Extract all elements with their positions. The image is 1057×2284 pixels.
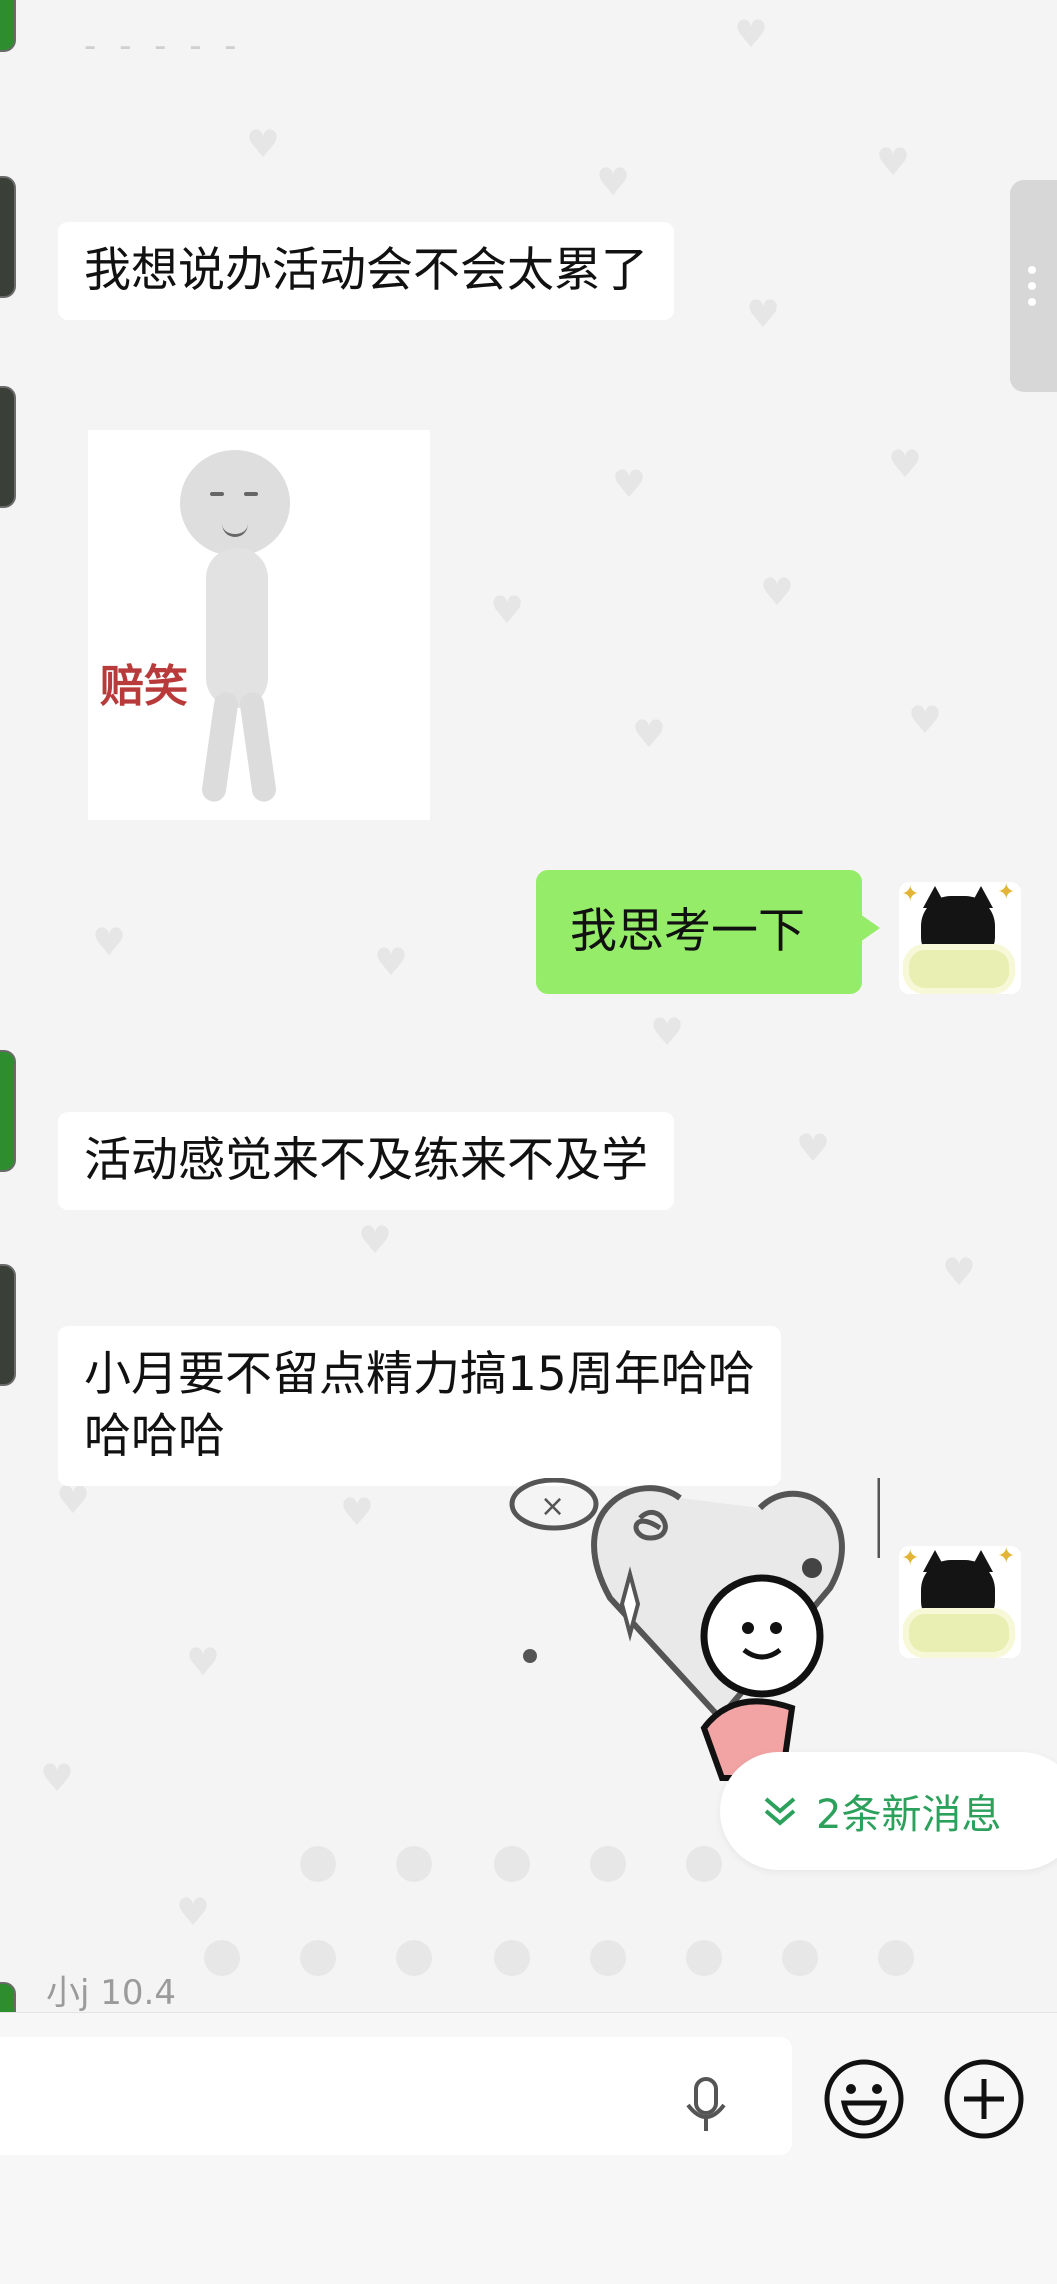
bg-dot [300, 1846, 336, 1882]
flower-bouquet [903, 1608, 1015, 1658]
chevron-double-down-icon [764, 1797, 796, 1826]
bg-heart-icon: ♥ [734, 12, 769, 56]
cat-ear [923, 1550, 947, 1572]
bg-heart-icon: ♥ [340, 1490, 375, 1534]
bg-heart-icon: ♥ [942, 1250, 977, 1294]
bg-dot [782, 1940, 818, 1976]
message-text: 我思考一下 [570, 904, 805, 959]
figure-body [206, 548, 268, 708]
bg-heart-icon: ♥ [760, 570, 795, 614]
figure-head [180, 450, 290, 556]
avatar[interactable] [0, 386, 16, 508]
message-text: 活动感觉来不及练来不及学 [84, 1133, 648, 1188]
avatar[interactable] [0, 1264, 16, 1386]
my-avatar[interactable]: ✦ ✦ [899, 882, 1021, 994]
cat-ear [923, 886, 947, 908]
sticker-laughing-figure[interactable]: 赔笑 [88, 430, 430, 820]
bg-heart-icon: ♥ [92, 920, 127, 964]
figure-eye [244, 492, 258, 496]
new-messages-label: 2条新消息 [816, 1792, 1002, 1838]
bg-heart-icon: ♥ [876, 140, 911, 184]
bg-heart-icon: ♥ [358, 1218, 393, 1262]
bg-dot [300, 1940, 336, 1976]
bg-heart-icon: ♥ [596, 160, 631, 204]
sparkle-icon: ✦ [901, 882, 920, 907]
sender-name-time: 小j 10.4 [46, 1973, 176, 2012]
bg-heart-icon: ♥ [746, 292, 781, 336]
handle-dot [1028, 298, 1036, 306]
sparkle-icon: ✦ [997, 1546, 1016, 1569]
bg-dot [590, 1940, 626, 1976]
my-avatar[interactable]: ✦ ✦ [899, 1546, 1021, 1658]
bg-dot [204, 1940, 240, 1976]
outgoing-message-bubble[interactable]: 我思考一下 [536, 870, 880, 994]
sticker-caption: 赔笑 [100, 661, 188, 712]
bg-heart-icon: ♥ [176, 1890, 211, 1934]
handle-dot [1028, 266, 1036, 274]
bg-heart-icon: ♥ [186, 1640, 221, 1684]
message-bubble[interactable]: 活动感觉来不及练来不及学 [58, 1112, 674, 1210]
emoji-icon[interactable] [822, 2057, 906, 2141]
bg-heart-icon: ♥ [888, 442, 923, 486]
sparkle-icon: ✦ [901, 1546, 920, 1571]
message-bubble[interactable]: 小月要不留点精力搞15周年哈哈 哈哈哈 [58, 1326, 781, 1486]
figure-leg [238, 690, 278, 804]
bg-heart-icon: ♥ [632, 712, 667, 756]
bg-heart-icon: ♥ [650, 1010, 685, 1054]
bg-dot [494, 1940, 530, 1976]
cat-ear [969, 886, 993, 908]
bg-heart-icon: ♥ [374, 940, 409, 984]
cat-ear [969, 1550, 993, 1572]
message-text-line: 哈哈哈 [84, 1409, 225, 1464]
avatar[interactable] [0, 1050, 16, 1172]
bg-dot [396, 1940, 432, 1976]
handle-dot [1028, 282, 1036, 290]
more-vertical-icon[interactable] [1010, 180, 1057, 392]
svg-text:×: × [540, 1489, 565, 1524]
avatar[interactable] [0, 176, 16, 298]
bg-heart-icon: ♥ [40, 1756, 75, 1800]
plus-icon[interactable] [942, 2057, 1026, 2141]
message-text-line: 小月要不留点精力搞15周年哈哈 [84, 1347, 755, 1402]
sparkle-icon: ✦ [997, 882, 1016, 905]
bg-dot [686, 1940, 722, 1976]
avatar[interactable] [0, 0, 16, 52]
mic-icon[interactable] [676, 2071, 736, 2141]
message-bubble[interactable]: 我想说办活动会不会太累了 [58, 222, 674, 320]
bg-heart-icon: ♥ [490, 588, 525, 632]
input-bar [0, 2012, 1057, 2284]
bg-heart-icon: ♥ [612, 462, 647, 506]
chat-history[interactable]: ♥ ♥ ♥ ♥ ♥ ♥ ♥ ♥ ♥ ♥ ♥ ♥ ♥ ♥ ♥ ♥ ♥ ♥ ♥ ♥ … [0, 0, 1057, 2012]
figure-leg [200, 690, 240, 804]
flower-bouquet [903, 944, 1015, 994]
new-messages-button[interactable]: 2条新消息 [720, 1752, 1057, 1870]
figure-eye [210, 492, 224, 496]
message-text: 我想说办活动会不会太累了 [84, 243, 648, 298]
bg-heart-icon: ♥ [246, 122, 281, 166]
avatar[interactable] [0, 1982, 16, 2012]
bg-dot [396, 1846, 432, 1882]
cropped-message-top: - - - - - [84, 26, 243, 66]
message-input[interactable] [0, 2037, 792, 2155]
bg-heart-icon: ♥ [908, 698, 943, 742]
bg-dot [878, 1940, 914, 1976]
bg-heart-icon: ♥ [796, 1126, 831, 1170]
